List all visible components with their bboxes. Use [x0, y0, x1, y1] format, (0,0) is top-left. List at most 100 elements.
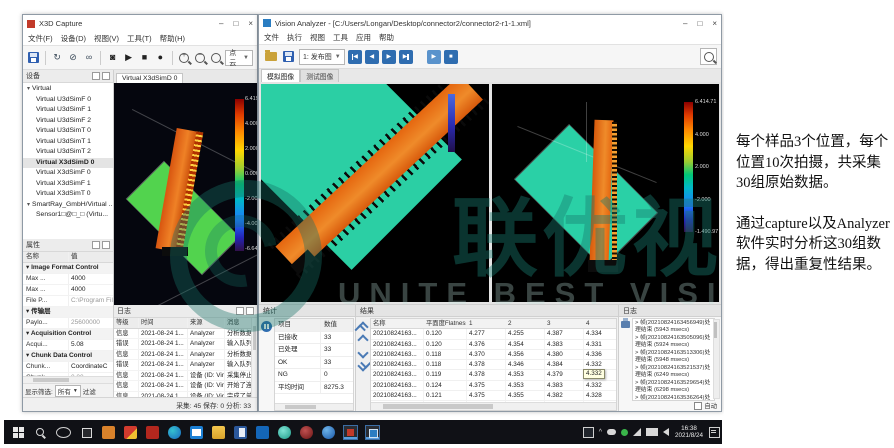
- props-group-row[interactable]: ▾ Image Format Control: [23, 263, 113, 274]
- play-button[interactable]: ▶: [427, 50, 441, 64]
- props-row[interactable]: Paylo...25600000: [23, 318, 113, 329]
- app-edge-icon[interactable]: [168, 426, 181, 439]
- open-button[interactable]: [263, 49, 278, 64]
- start-icon[interactable]: [12, 426, 25, 439]
- tree-item[interactable]: Sensor1□@□_□ (Virtu...: [23, 210, 113, 221]
- capture-3d-view[interactable]: 6.4194.0002.0000.000-2.000-4.000-6.648: [114, 83, 257, 305]
- auto-checkbox[interactable]: [694, 402, 702, 410]
- image-tab[interactable]: 测试图像: [300, 69, 339, 82]
- expander-icon[interactable]: ▾: [27, 202, 30, 208]
- menu-item[interactable]: 工具: [333, 32, 348, 43]
- props-row[interactable]: Max ...4000: [23, 274, 113, 285]
- app-mail-icon[interactable]: [190, 426, 203, 439]
- maximize-button[interactable]: □: [697, 19, 702, 28]
- panel-float-icon[interactable]: [92, 241, 100, 249]
- scroll-top-button[interactable]: [357, 321, 368, 332]
- tray-app-icon[interactable]: [583, 427, 594, 438]
- pause-status-icon[interactable]: [261, 321, 272, 332]
- vertical-scrollbar[interactable]: [251, 318, 257, 397]
- column-header[interactable]: 来源: [188, 318, 225, 328]
- tree-item[interactable]: Virtual U3dSimF 0: [23, 95, 113, 106]
- save-button[interactable]: [281, 49, 296, 64]
- maximize-button[interactable]: □: [233, 19, 238, 28]
- app-teal-icon[interactable]: [278, 426, 291, 439]
- close-button[interactable]: ×: [712, 19, 717, 28]
- props-row[interactable]: Chunk...CoordinateC: [23, 362, 113, 373]
- view-select-dropdown[interactable]: 1: 发布图 ▼: [299, 49, 345, 65]
- tree-item[interactable]: Virtual X3dSimF 1: [23, 179, 113, 190]
- horizontal-scrollbar[interactable]: [371, 402, 616, 410]
- stop-button[interactable]: ■: [138, 50, 151, 65]
- expander-icon[interactable]: ▾: [27, 86, 30, 92]
- scroll-down-button[interactable]: [357, 347, 368, 358]
- results-row[interactable]: 20210824163...0.1204.2774.2554.3874.3344…: [371, 329, 616, 339]
- results-row[interactable]: 20210824163...0.1194.3784.3534.3794.3324…: [371, 370, 616, 380]
- tree-item[interactable]: Virtual U3dSimF 2: [23, 116, 113, 127]
- view-tab[interactable]: Virtual X3dSimD 0: [116, 73, 183, 83]
- panel-float-icon[interactable]: [236, 307, 244, 315]
- first-frame-button[interactable]: ◀: [348, 50, 362, 64]
- menu-item[interactable]: 工具(T): [127, 33, 152, 44]
- connect-button[interactable]: ∞: [82, 50, 95, 65]
- preview-button[interactable]: [700, 48, 717, 65]
- stats-row[interactable]: OK33: [275, 357, 353, 370]
- log-row[interactable]: 信息2021-08-24 1...设备 (ID: Virt...开始了连续采集: [114, 381, 257, 392]
- app-red-yellow-icon[interactable]: [124, 426, 137, 439]
- tree-item[interactable]: Virtual X3dSimD 0: [23, 158, 113, 169]
- props-row[interactable]: Acqui...5.08: [23, 340, 113, 351]
- column-header[interactable]: 值: [68, 252, 113, 262]
- green-dot-icon[interactable]: [621, 429, 628, 436]
- column-header[interactable]: 3: [545, 319, 584, 328]
- capture-titlebar[interactable]: X3D Capture – □ ×: [23, 15, 257, 32]
- log-row[interactable]: 错误2021-08-24 1...Analyzer输入队列满了: [114, 339, 257, 350]
- column-header[interactable]: 项目: [275, 319, 321, 331]
- analyzer-3d-view-main[interactable]: [261, 84, 489, 302]
- app-blue-icon[interactable]: [256, 426, 269, 439]
- search-icon[interactable]: [34, 426, 47, 439]
- tree-item[interactable]: Virtual U3dSimT 1: [23, 137, 113, 148]
- close-button[interactable]: ×: [248, 19, 253, 28]
- log-row[interactable]: 信息2021-08-24 1...Analyzer分析数据成功: [114, 350, 257, 361]
- app-word-icon[interactable]: [234, 426, 247, 439]
- prev-frame-button[interactable]: ◀: [365, 50, 379, 64]
- props-group-row[interactable]: ▾ Chunk Data Control: [23, 351, 113, 362]
- video-button[interactable]: ▶: [122, 50, 135, 65]
- results-row[interactable]: 20210824163...0.1184.3784.3464.3844.3324…: [371, 360, 616, 370]
- app-orange-icon[interactable]: [102, 426, 115, 439]
- print-log-icon[interactable]: [621, 321, 630, 328]
- menu-item[interactable]: 文件(F): [28, 33, 53, 44]
- zoom-out-button[interactable]: −: [193, 50, 206, 65]
- column-header[interactable]: 等级: [114, 318, 139, 328]
- panel-close-icon[interactable]: [102, 72, 110, 80]
- image-tab[interactable]: 模拟图像: [261, 69, 300, 82]
- column-header[interactable]: 名称: [23, 252, 68, 262]
- zoom-in-button[interactable]: +: [178, 50, 191, 65]
- vertical-scrollbar[interactable]: [713, 319, 720, 399]
- column-header[interactable]: 平面度Flatness: [424, 319, 467, 328]
- results-row[interactable]: 20210824163...0.1214.3754.3554.3824.3284…: [371, 391, 616, 401]
- task-view-icon[interactable]: [80, 426, 93, 439]
- stats-row[interactable]: NG0: [275, 369, 353, 382]
- stats-row[interactable]: 已接收33: [275, 332, 353, 345]
- chevron-up-icon[interactable]: ^: [599, 429, 602, 436]
- log-row[interactable]: 信息2021-08-24 1...设备 (ID: Virt...完成了单次采集: [114, 392, 257, 398]
- panel-close-icon[interactable]: [246, 307, 254, 315]
- menu-item[interactable]: 文件: [264, 32, 279, 43]
- record-button[interactable]: ●: [154, 50, 167, 65]
- props-row[interactable]: Max ...4000: [23, 285, 113, 296]
- results-row[interactable]: 20210824163...0.1184.3704.3564.3804.3364…: [371, 350, 616, 360]
- active-app-capture-icon[interactable]: [344, 426, 357, 439]
- column-header[interactable]: 4: [584, 319, 616, 328]
- menu-item[interactable]: 帮助: [379, 32, 394, 43]
- snapshot-button[interactable]: ◙: [106, 50, 119, 65]
- next-frame-button[interactable]: ▶: [382, 50, 396, 64]
- menu-item[interactable]: 视图: [310, 32, 325, 43]
- active-app-analyzer-icon[interactable]: [366, 426, 379, 439]
- props-group-row[interactable]: ▾ 传输层: [23, 307, 113, 318]
- analyzer-titlebar[interactable]: Vision Analyzer - [C:/Users/Longan/Deskt…: [259, 15, 721, 31]
- menu-item[interactable]: 帮助(H): [160, 33, 185, 44]
- tree-item[interactable]: Virtual U3dSimT 0: [23, 126, 113, 137]
- props-group-row[interactable]: ▾ Acquisition Control: [23, 329, 113, 340]
- filter-button[interactable]: 过滤: [83, 386, 96, 396]
- column-header[interactable]: 1: [467, 319, 506, 328]
